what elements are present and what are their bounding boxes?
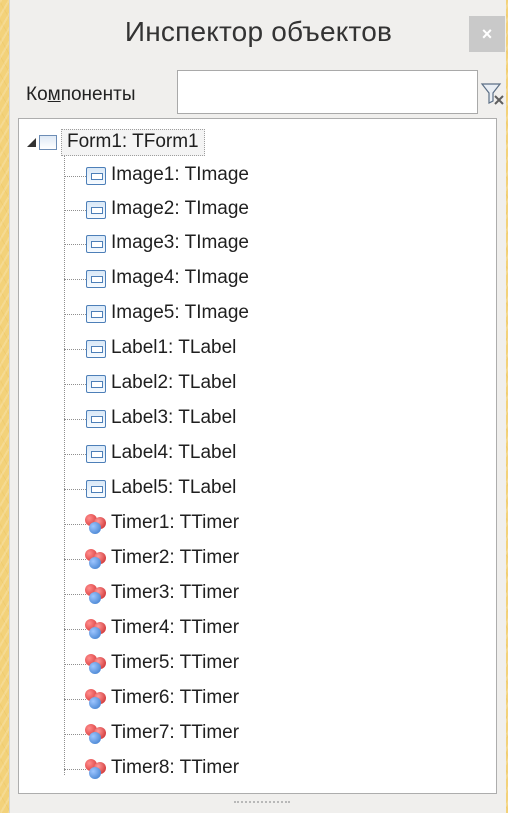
object-inspector-window: Инспектор объектов × Компоненты Form1: T…	[9, 0, 506, 813]
tree-item-label: Timer3: TTimer	[111, 582, 240, 603]
timer-icon	[85, 514, 107, 534]
timer-icon	[85, 654, 107, 674]
tree-item-label: Timer7: TTimer	[111, 722, 240, 743]
tree-item-timer7[interactable]: Timer7: TTimer	[19, 719, 419, 749]
tree-connector	[64, 629, 86, 630]
components-filter-input[interactable]	[177, 70, 478, 114]
components-label-suffix: поненты	[60, 84, 136, 105]
title-bar[interactable]: Инспектор объектов ×	[10, 0, 507, 70]
tree-connector	[64, 559, 86, 560]
tree-item-label: Timer2: TTimer	[111, 547, 240, 568]
tree-item-label: Timer1: TTimer	[111, 512, 240, 533]
tree-connector	[64, 279, 86, 280]
tree-item-label: Image5: TImage	[111, 302, 250, 323]
tree-item-timer3[interactable]: Timer3: TTimer	[19, 579, 419, 609]
clear-filter-icon[interactable]	[478, 72, 508, 112]
tree-item-image3[interactable]: Image3: TImage	[19, 229, 419, 259]
tree-item-label: Image2: TImage	[111, 198, 250, 219]
component-icon	[86, 235, 106, 253]
tree-item-label3[interactable]: Label3: TLabel	[19, 404, 419, 434]
tree-connector	[64, 419, 86, 420]
tree-item-image5[interactable]: Image5: TImage	[19, 299, 419, 329]
tree-connector	[64, 699, 86, 700]
component-icon	[86, 305, 106, 323]
tree-item-timer2[interactable]: Timer2: TTimer	[19, 544, 419, 574]
components-filter-row: Компоненты	[10, 70, 507, 118]
tree-connector	[64, 769, 86, 770]
tree-item-label: Label2: TLabel	[111, 372, 237, 393]
collapse-triangle-icon[interactable]	[25, 127, 37, 157]
tree-item-timer4[interactable]: Timer4: TTimer	[19, 614, 419, 644]
component-icon	[86, 410, 106, 428]
tree-connector	[64, 594, 86, 595]
tree-item-label: Image3: TImage	[111, 232, 250, 253]
tree-connector	[64, 349, 86, 350]
tree-item-label: Image1: TImage	[111, 164, 250, 185]
tree-connector	[64, 210, 86, 211]
tree-item-label: Image4: TImage	[111, 267, 250, 288]
timer-icon	[85, 689, 107, 709]
form-icon	[39, 134, 57, 150]
component-icon	[86, 340, 106, 358]
tree-item-label: Timer6: TTimer	[111, 687, 240, 708]
tree-connector	[64, 176, 86, 177]
tree-connector	[64, 734, 86, 735]
tree-connector	[64, 524, 86, 525]
tree-item-image2[interactable]: Image2: TImage	[19, 195, 419, 225]
component-icon	[86, 445, 106, 463]
tree-item-timer5[interactable]: Timer5: TTimer	[19, 649, 419, 679]
tree-item-label2[interactable]: Label2: TLabel	[19, 369, 419, 399]
components-label: Компоненты	[26, 84, 135, 106]
timer-icon	[85, 584, 107, 604]
tree-root-label: Form1: TForm1	[61, 128, 205, 156]
timer-icon	[85, 549, 107, 569]
tree-item-timer8[interactable]: Timer8: TTimer	[19, 754, 419, 784]
tree-item-label: Timer4: TTimer	[111, 617, 240, 638]
components-label-accelerator: м	[47, 84, 61, 105]
tree-connector	[64, 664, 86, 665]
tree-item-label: Label3: TLabel	[111, 407, 237, 428]
component-icon	[86, 201, 106, 219]
tree-item-label4[interactable]: Label4: TLabel	[19, 439, 419, 469]
tree-connector	[64, 489, 86, 490]
component-icon	[86, 480, 106, 498]
tree-connector	[64, 454, 86, 455]
timer-icon	[85, 619, 107, 639]
component-icon	[86, 270, 106, 288]
tree-item-label: Label5: TLabel	[111, 477, 237, 498]
close-button[interactable]: ×	[469, 16, 505, 52]
tree-item-label: Timer8: TTimer	[111, 757, 240, 778]
tree-item-image4[interactable]: Image4: TImage	[19, 264, 419, 294]
tree-root-item[interactable]: Form1: TForm1	[25, 127, 205, 157]
tree-connector	[64, 244, 86, 245]
splitter-handle[interactable]	[234, 801, 290, 807]
timer-icon	[85, 724, 107, 744]
component-icon	[86, 167, 106, 185]
tree-item-timer1[interactable]: Timer1: TTimer	[19, 509, 419, 539]
component-icon	[86, 375, 106, 393]
tree-item-label: Timer5: TTimer	[111, 652, 240, 673]
tree-item-timer6[interactable]: Timer6: TTimer	[19, 684, 419, 714]
tree-connector	[64, 384, 86, 385]
tree-item-label: Label1: TLabel	[111, 337, 237, 358]
components-label-prefix: Ко	[26, 84, 48, 105]
tree-item-label5[interactable]: Label5: TLabel	[19, 474, 419, 504]
tree-item-label1[interactable]: Label1: TLabel	[19, 334, 419, 364]
components-tree[interactable]: Form1: TForm1 Image1: TImage Image2: TIm…	[18, 118, 497, 794]
window-title: Инспектор объектов	[124, 16, 393, 47]
timer-icon	[85, 759, 107, 779]
tree-item-label: Label4: TLabel	[111, 442, 237, 463]
tree-connector	[64, 314, 86, 315]
tree-item-image1[interactable]: Image1: TImage	[19, 161, 419, 191]
